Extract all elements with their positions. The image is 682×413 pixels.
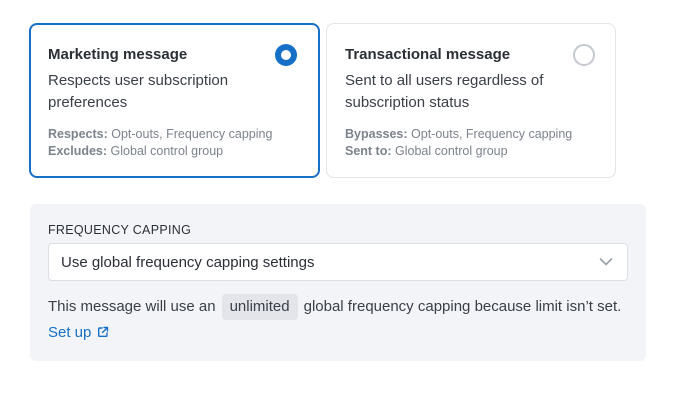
note-text-before: This message will use an [48,298,216,315]
radio-selected-icon[interactable] [275,44,297,66]
marketing-title: Marketing message [48,46,188,63]
frequency-capping-note: This message will use an unlimited global … [48,294,628,346]
frequency-capping-select[interactable]: Use global frequency capping settings [48,243,628,281]
set-up-link[interactable]: Set up [48,324,109,341]
frequency-capping-label: FREQUENCY CAPPING [48,223,192,237]
marketing-meta1-label: Respects: [48,127,108,141]
note-text-after: global frequency capping because limit i… [303,298,622,315]
marketing-meta2-label: Excludes: [48,144,108,158]
marketing-message-option[interactable]: Marketing message Respects user subscrip… [29,23,320,178]
unlimited-badge: unlimited [221,294,298,320]
marketing-description: Respects user subscription preferences [48,72,229,111]
transactional-meta: Bypasses: Opt-outs, Frequency capping Se… [345,126,572,160]
set-up-link-label: Set up [48,324,92,341]
transactional-meta1-value: Opt-outs, Frequency capping [411,127,573,141]
marketing-meta1-value: Opt-outs, Frequency capping [111,127,273,141]
chevron-down-icon [599,258,613,266]
marketing-meta2-value: Global control group [110,144,224,158]
transactional-meta2-value: Global control group [395,144,508,158]
frequency-capping-select-value: Use global frequency capping settings [61,253,315,271]
marketing-meta: Respects: Opt-outs, Frequency capping Ex… [48,126,272,160]
transactional-meta1-label: Bypasses: [345,127,408,141]
radio-unselected-icon[interactable] [573,44,595,66]
transactional-title: Transactional message [345,46,511,63]
transactional-message-option[interactable]: Transactional message Sent to all users … [326,23,616,178]
external-link-icon [98,326,109,337]
frequency-capping-panel: FREQUENCY CAPPING Use global frequency c… [30,204,646,361]
transactional-description: Sent to all users regardless of subscrip… [345,72,544,111]
transactional-meta2-label: Sent to: [345,144,392,158]
